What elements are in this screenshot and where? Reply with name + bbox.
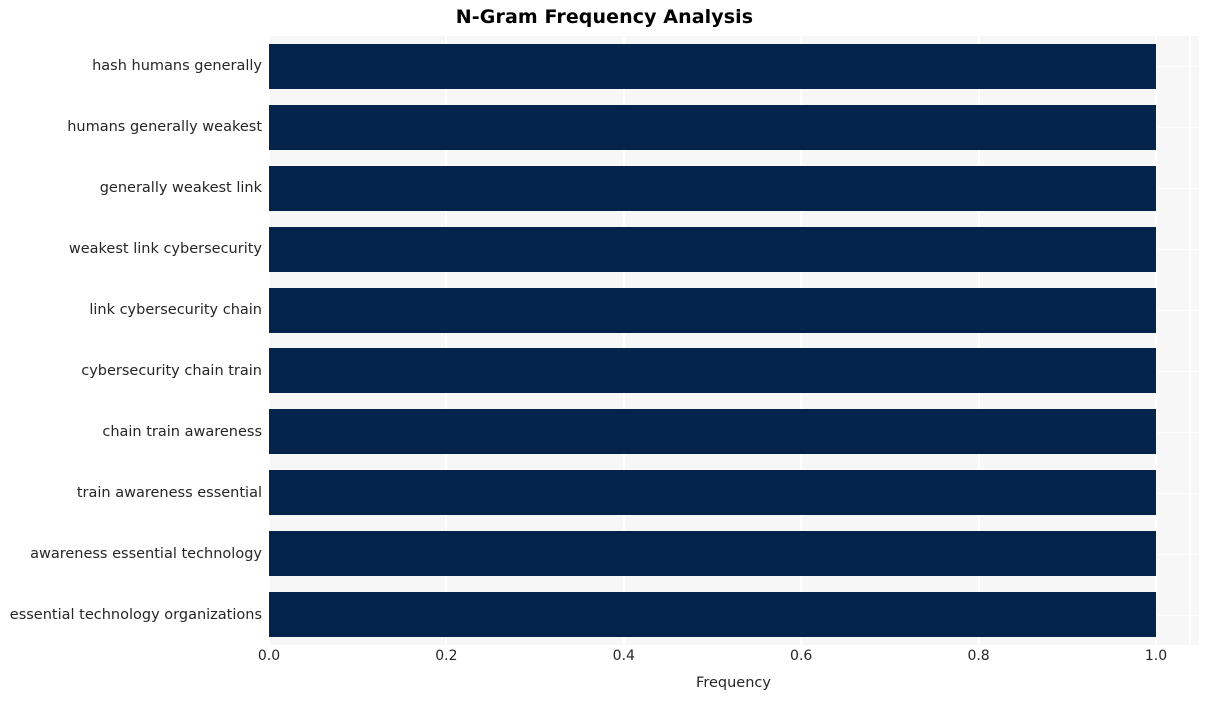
x-tick-label: 0.8 <box>967 648 990 664</box>
x-axis-label: Frequency <box>696 675 771 691</box>
chart-figure: N-Gram Frequency Analysis hash humans ge… <box>0 0 1209 701</box>
bar[interactable] <box>269 470 1156 516</box>
x-tick-label: 0.6 <box>790 648 813 664</box>
x-tick-label: 0.4 <box>612 648 635 664</box>
bar[interactable] <box>269 592 1156 638</box>
x-tick-label: 0.0 <box>257 648 281 664</box>
bar[interactable] <box>269 348 1156 394</box>
bar[interactable] <box>269 165 1156 211</box>
x-axis-tick-labels: 0.0 0.2 0.4 0.6 0.8 1.0 <box>258 648 1199 670</box>
x-tick-label: 0.2 <box>435 648 458 664</box>
vertical-gridline <box>1189 36 1191 645</box>
y-tick-label: cybersecurity chain train <box>81 362 262 379</box>
bar[interactable] <box>269 43 1156 89</box>
y-tick-label: chain train awareness <box>102 423 262 440</box>
bar[interactable] <box>269 226 1156 272</box>
y-tick-label: generally weakest link <box>99 180 262 197</box>
y-tick-label: link cybersecurity chain <box>89 302 262 319</box>
bar[interactable] <box>269 287 1156 333</box>
x-tick-label: 1.0 <box>1144 648 1168 664</box>
bar[interactable] <box>269 531 1156 577</box>
bar[interactable] <box>269 409 1156 455</box>
y-tick-label: train awareness essential <box>76 484 262 501</box>
chart-title: N-Gram Frequency Analysis <box>455 6 754 28</box>
y-tick-label: weakest link cybersecurity <box>68 241 262 258</box>
plot-area <box>268 36 1199 645</box>
y-tick-label: essential technology organizations <box>9 606 262 623</box>
y-tick-label: humans generally weakest <box>67 119 262 136</box>
y-tick-label: awareness essential technology <box>30 545 262 562</box>
y-axis-tick-labels: hash humans generally humans generally we… <box>0 36 262 645</box>
bar[interactable] <box>269 104 1156 150</box>
y-tick-label: hash humans generally <box>92 58 262 75</box>
